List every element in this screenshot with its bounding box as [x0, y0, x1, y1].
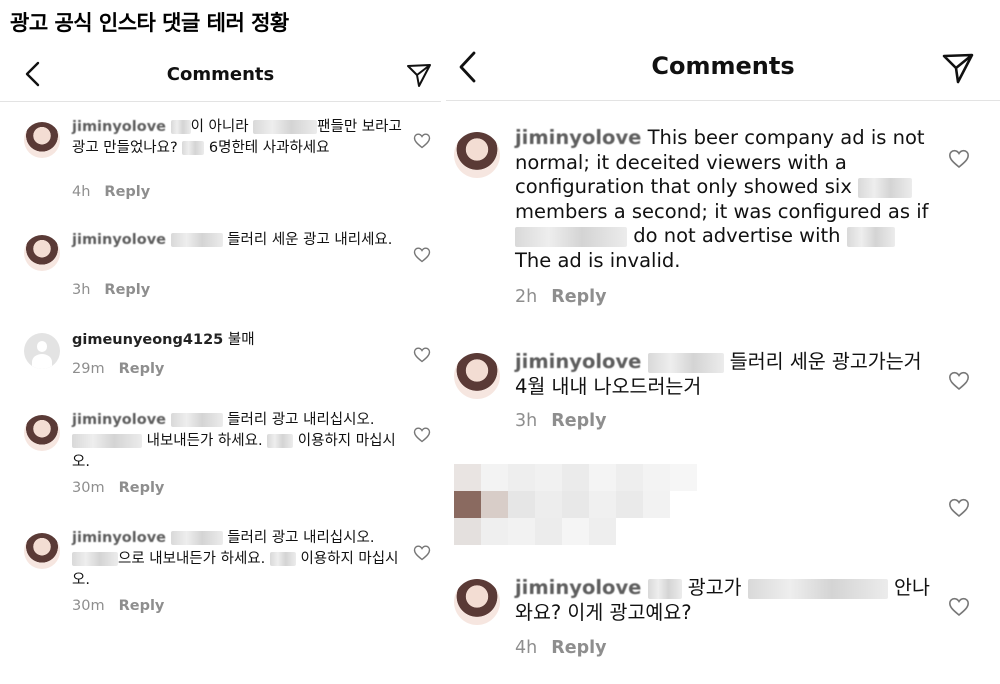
heart-icon[interactable] [948, 498, 970, 518]
header-divider [0, 101, 441, 102]
reply-button[interactable]: Reply [119, 361, 165, 377]
redacted-text [253, 120, 318, 134]
pixelated-redaction [454, 464, 700, 545]
reply-button[interactable]: Reply [119, 598, 165, 614]
username[interactable]: gimeunyeong4125 [72, 332, 223, 348]
timestamp: 2h [515, 287, 538, 307]
send-icon[interactable] [406, 62, 432, 88]
comments-header: Comments [446, 30, 1000, 102]
comment-text: jiminyolove 이 아니라 팬들만 보라고 광고 만들었나요? 6명한테… [72, 119, 402, 156]
comment-meta: 4h Reply [515, 638, 607, 658]
redacted-text [269, 552, 296, 566]
comment-meta: 30m Reply [72, 598, 164, 614]
comment-text: jiminyolove 광고가 안나 와요? 이게 광고예요? [515, 576, 930, 624]
username[interactable]: jiminyolove [515, 350, 641, 373]
redacted-text [170, 233, 223, 247]
avatar[interactable] [24, 533, 60, 569]
redacted-text [647, 578, 682, 599]
page-title: Comments [651, 52, 795, 80]
page-title: Comments [166, 64, 275, 85]
comments-header: Comments [0, 40, 441, 102]
reply-button[interactable]: Reply [104, 184, 150, 200]
heart-icon[interactable] [948, 149, 970, 169]
heart-icon[interactable] [948, 597, 970, 617]
heart-icon[interactable] [948, 371, 970, 391]
redacted-text [846, 226, 895, 247]
timestamp: 3h [515, 411, 538, 431]
redacted-text [170, 413, 223, 427]
username[interactable]: jiminyolove [72, 232, 166, 248]
comment-meta: 3h Reply [72, 282, 150, 298]
left-comments-screen: Comments jiminyolove 이 아니라 팬들만 보라고 광고 만들… [0, 40, 441, 684]
redacted-text [747, 578, 888, 599]
comment-text: jiminyolove 들러리 세운 광고가는거 4월 내내 나오드러는거 [515, 350, 922, 398]
heart-icon[interactable] [413, 247, 431, 263]
redacted-text [170, 120, 191, 134]
heart-icon[interactable] [413, 347, 431, 363]
timestamp: 30m [72, 598, 105, 614]
comment-text: jiminyolove 들러리 세운 광고 내리세요. [72, 232, 393, 248]
avatar[interactable] [24, 333, 60, 369]
comment-text: gimeunyeong4125 불매 [72, 332, 255, 348]
heart-icon[interactable] [413, 427, 431, 443]
comment-meta: 30m Reply [72, 480, 164, 496]
redacted-text [170, 531, 223, 545]
username[interactable]: jiminyolove [72, 119, 166, 135]
redacted-text [267, 434, 294, 448]
reply-button[interactable]: Reply [119, 480, 165, 496]
image-caption: 광고 공식 인스타 댓글 테러 정황 [10, 11, 289, 35]
heart-icon[interactable] [413, 545, 431, 561]
redacted-text [858, 177, 913, 198]
comment-text: jiminyolove 들러리 광고 내리십시오. 으로 내보내든가 하세요. … [72, 530, 399, 588]
avatar[interactable] [24, 235, 60, 271]
comment-text: jiminyolove This beer company ad is not … [515, 126, 929, 272]
reply-button[interactable]: Reply [551, 411, 606, 431]
username[interactable]: jiminyolove [515, 126, 641, 149]
username[interactable]: jiminyolove [72, 412, 166, 428]
heart-icon[interactable] [413, 133, 431, 149]
redacted-text [647, 352, 724, 373]
timestamp: 3h [72, 282, 91, 298]
redacted-text [72, 434, 142, 448]
avatar[interactable] [24, 122, 60, 158]
redacted-text [515, 226, 627, 247]
comment-meta: 4h Reply [72, 184, 150, 200]
comment-text: jiminyolove 들러리 광고 내리십시오. 내보내든가 하세요. 이용하… [72, 412, 396, 470]
redacted-text [182, 141, 205, 155]
timestamp: 4h [515, 638, 538, 658]
comment-meta: 3h Reply [515, 411, 607, 431]
right-comments-screen: Comments jiminyolove This beer company a… [446, 30, 1000, 684]
header-divider [446, 100, 1000, 101]
avatar[interactable] [454, 132, 500, 178]
redacted-text [72, 552, 118, 566]
comment-meta: 29m Reply [72, 361, 164, 377]
avatar[interactable] [454, 579, 500, 625]
comment-meta: 2h Reply [515, 287, 607, 307]
username[interactable]: jiminyolove [515, 576, 641, 599]
reply-button[interactable]: Reply [551, 287, 606, 307]
reply-button[interactable]: Reply [104, 282, 150, 298]
avatar[interactable] [454, 353, 500, 399]
reply-button[interactable]: Reply [551, 638, 606, 658]
timestamp: 4h [72, 184, 91, 200]
timestamp: 29m [72, 361, 105, 377]
avatar[interactable] [24, 415, 60, 451]
username[interactable]: jiminyolove [72, 530, 166, 546]
timestamp: 30m [72, 480, 105, 496]
send-icon[interactable] [942, 52, 974, 84]
